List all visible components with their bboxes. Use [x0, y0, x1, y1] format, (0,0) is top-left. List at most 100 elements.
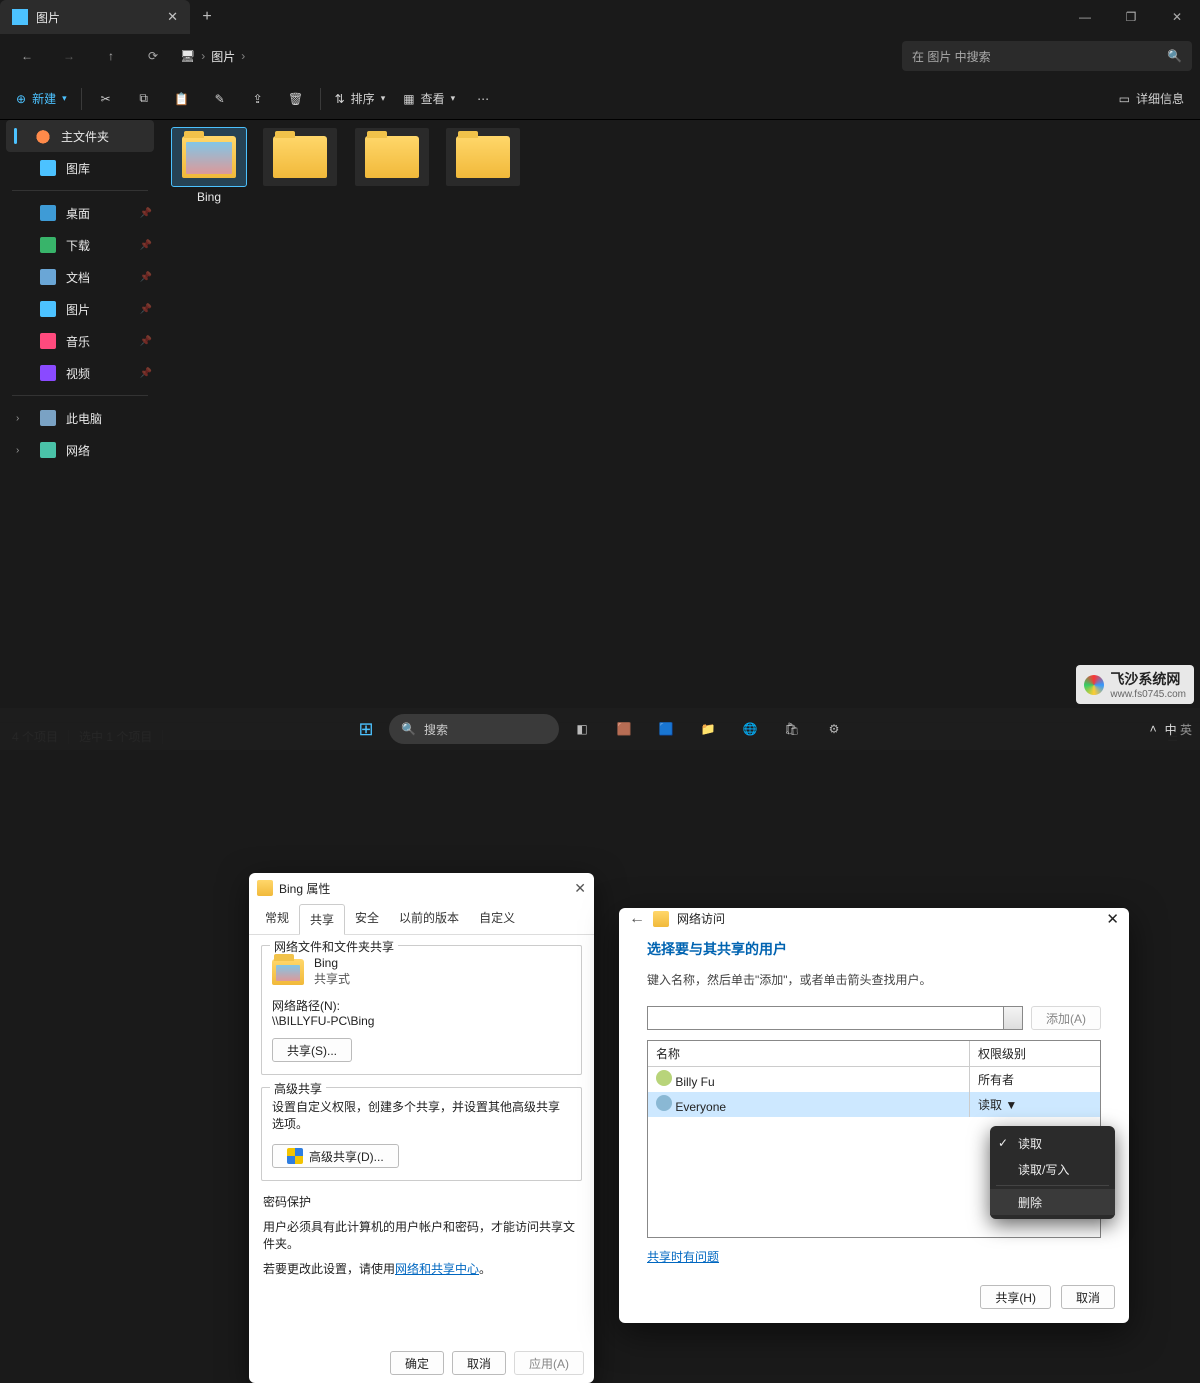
tab-close-icon[interactable]: ✕ [167, 9, 178, 25]
permission-dropdown[interactable]: 读取 ▼ [970, 1093, 1100, 1116]
nav-refresh-button[interactable]: ⟳ [134, 40, 172, 72]
separator [81, 88, 82, 110]
sidebar-item-this-pc[interactable]: ›此电脑 [0, 402, 160, 434]
network-center-link[interactable]: 网络和共享中心 [395, 1262, 479, 1276]
user-icon [656, 1070, 672, 1086]
sidebar-item-videos[interactable]: 视频📌 [0, 357, 160, 389]
sidebar-item-gallery[interactable]: 图库 [0, 152, 160, 184]
separator [320, 88, 321, 110]
dialog-heading: 选择要与其共享的用户 [647, 939, 1101, 959]
tab-pictures[interactable]: 图片 ✕ [0, 0, 190, 34]
share-button[interactable]: ⇪ [240, 83, 276, 115]
tab-previous[interactable]: 以前的版本 [389, 903, 469, 934]
sidebar-item-documents[interactable]: 文档📌 [0, 261, 160, 293]
taskbar-app[interactable]: 🟦 [647, 710, 685, 748]
download-icon [40, 237, 56, 253]
chevron-right-icon: › [16, 445, 26, 456]
taskbar-settings[interactable]: ⚙ [815, 710, 853, 748]
network-path: \\BILLYFU-PC\Bing [272, 1014, 571, 1028]
nav-back-button[interactable]: ← [8, 40, 46, 72]
sidebar-item-pictures[interactable]: 图片📌 [0, 293, 160, 325]
maximize-button[interactable]: ❐ [1108, 0, 1154, 34]
start-button[interactable]: ⊞ [347, 710, 385, 748]
user-combo[interactable] [647, 1006, 1023, 1030]
more-button[interactable]: ⋯ [465, 83, 501, 115]
pin-icon: 📌 [140, 272, 152, 283]
permission-context-menu: 读取 读取/写入 删除 [990, 1126, 1115, 1219]
sort-button[interactable]: ⇅ 排序 ▾ [327, 83, 394, 115]
add-button[interactable]: 添加(A) [1031, 1006, 1101, 1030]
sidebar-item-home[interactable]: 主文件夹 [6, 120, 154, 152]
cancel-button[interactable]: 取消 [452, 1351, 506, 1375]
close-icon[interactable]: ✕ [1106, 910, 1119, 928]
view-button[interactable]: ▦ 查看 ▾ [395, 83, 463, 115]
ok-button[interactable]: 确定 [390, 1351, 444, 1375]
table-row[interactable]: Billy Fu 所有者 [648, 1067, 1100, 1092]
advanced-share-button[interactable]: 高级共享(D)... [272, 1144, 399, 1168]
folder-item[interactable] [259, 128, 341, 186]
menu-remove[interactable]: 删除 [990, 1189, 1115, 1215]
tab-share[interactable]: 共享 [299, 904, 345, 935]
menu-read[interactable]: 读取 [990, 1130, 1115, 1156]
nav-forward-button[interactable]: → [50, 40, 88, 72]
trouble-link[interactable]: 共享时有问题 [647, 1250, 719, 1264]
tray-chevron-icon[interactable]: ˄ [1150, 722, 1157, 736]
col-permission[interactable]: 权限级别 [970, 1041, 1100, 1066]
sidebar-item-network[interactable]: ›网络 [0, 434, 160, 466]
copy-button[interactable]: ⧉ [126, 83, 162, 115]
cut-button[interactable]: ✂ [88, 83, 124, 115]
taskbar-store[interactable]: 🛍 [773, 710, 811, 748]
back-icon[interactable]: ← [629, 910, 645, 928]
ime-indicator[interactable]: 中 英 [1165, 721, 1192, 738]
dialog-hint: 键入名称，然后单击"添加"，或者单击箭头查找用户。 [647, 971, 1101, 988]
sidebar-item-music[interactable]: 音乐📌 [0, 325, 160, 357]
tab-general[interactable]: 常规 [255, 903, 299, 934]
network-icon [40, 442, 56, 458]
tab-security[interactable]: 安全 [345, 903, 389, 934]
minimize-button[interactable]: — [1062, 0, 1108, 34]
taskbar-explorer[interactable]: 📁 [689, 710, 727, 748]
task-view-button[interactable]: ◧ [563, 710, 601, 748]
col-name[interactable]: 名称 [648, 1041, 970, 1066]
nav-up-button[interactable]: ↑ [92, 40, 130, 72]
group-advanced-sharing: 高级共享 设置自定义权限，创建多个共享，并设置其他高级共享选项。 高级共享(D)… [261, 1087, 582, 1181]
network-path-label: 网络路径(N): [272, 997, 571, 1014]
share-confirm-button[interactable]: 共享(H) [980, 1285, 1051, 1309]
apply-button[interactable]: 应用(A) [514, 1351, 584, 1375]
sidebar-item-downloads[interactable]: 下载📌 [0, 229, 160, 261]
folder-grid[interactable]: Bing [160, 120, 1200, 722]
sidebar: 主文件夹 图库 桌面📌 下载📌 文档📌 图片📌 音乐📌 视频📌 ›此电脑 ›网络 [0, 120, 160, 722]
window-controls: — ❐ ✕ [1062, 0, 1200, 34]
paste-button[interactable]: 📋 [164, 83, 200, 115]
breadcrumb-seg[interactable]: 图片 [211, 48, 235, 65]
dialog-titlebar[interactable]: Bing 属性 ✕ [249, 873, 594, 903]
menu-read-write[interactable]: 读取/写入 [990, 1156, 1115, 1182]
cancel-button[interactable]: 取消 [1061, 1285, 1115, 1309]
new-tab-button[interactable]: + [190, 0, 224, 34]
table-row[interactable]: Everyone 读取 ▼ [648, 1092, 1100, 1117]
watermark: 飞沙系统网 www.fs0745.com [1076, 665, 1194, 704]
details-pane-button[interactable]: ▭ 详细信息 [1111, 83, 1192, 115]
folder-item[interactable] [442, 128, 524, 186]
taskbar-app[interactable]: 🟫 [605, 710, 643, 748]
pictures-icon [12, 9, 28, 25]
close-button[interactable]: ✕ [1154, 0, 1200, 34]
taskbar-edge[interactable]: 🌐 [731, 710, 769, 748]
rename-button[interactable]: ✎ [202, 83, 238, 115]
rename-icon: ✎ [215, 92, 225, 106]
new-button[interactable]: ⊕ 新建 ▾ [8, 83, 75, 115]
folder-item[interactable] [351, 128, 433, 186]
breadcrumb[interactable]: 🖥 › 图片 › [180, 48, 245, 65]
sidebar-item-desktop[interactable]: 桌面📌 [0, 197, 160, 229]
folder-bing[interactable]: Bing [168, 128, 250, 204]
tab-customize[interactable]: 自定义 [469, 903, 525, 934]
shield-icon [287, 1148, 303, 1164]
search-input[interactable]: 在 图片 中搜索 🔍 [902, 41, 1192, 71]
search-placeholder: 在 图片 中搜索 [912, 48, 991, 65]
gallery-icon [40, 160, 56, 176]
share-button[interactable]: 共享(S)... [272, 1038, 352, 1062]
taskbar-search[interactable]: 🔍 搜索 [389, 714, 559, 744]
close-icon[interactable]: ✕ [574, 880, 586, 897]
address-bar: ← → ↑ ⟳ 🖥 › 图片 › 在 图片 中搜索 🔍 [0, 34, 1200, 78]
delete-button[interactable]: 🗑 [278, 83, 314, 115]
